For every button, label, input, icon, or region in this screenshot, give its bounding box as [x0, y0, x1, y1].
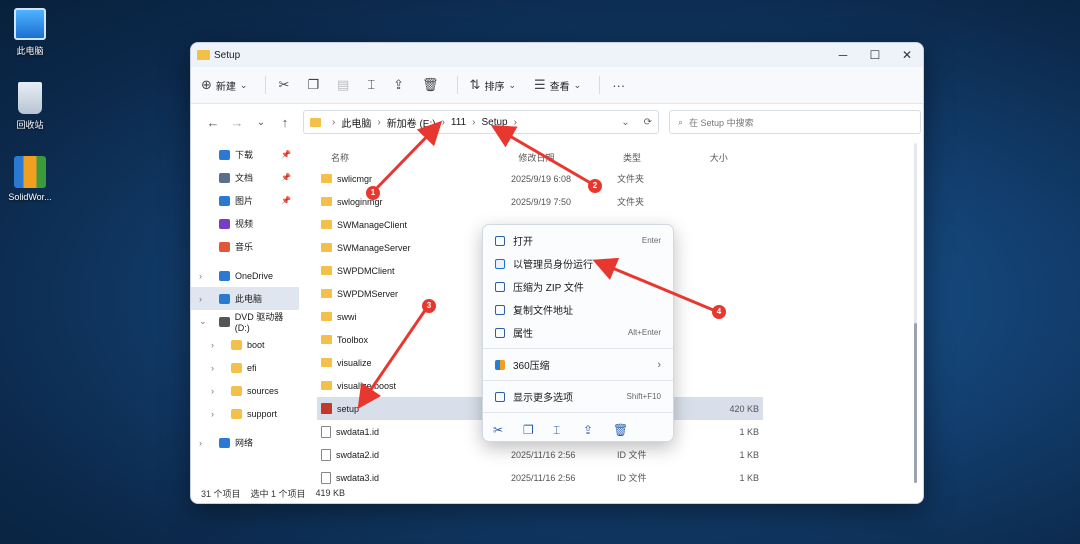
arrow-4 — [592, 257, 719, 314]
step-badge: 3 — [422, 299, 436, 313]
arrow-3 — [357, 305, 430, 409]
annotation-arrows — [357, 120, 719, 409]
arrow-1 — [371, 120, 443, 194]
step-badge: 1 — [366, 186, 380, 200]
step-badge: 4 — [712, 305, 726, 319]
arrow-2 — [490, 124, 595, 187]
step-badge: 2 — [588, 179, 602, 193]
